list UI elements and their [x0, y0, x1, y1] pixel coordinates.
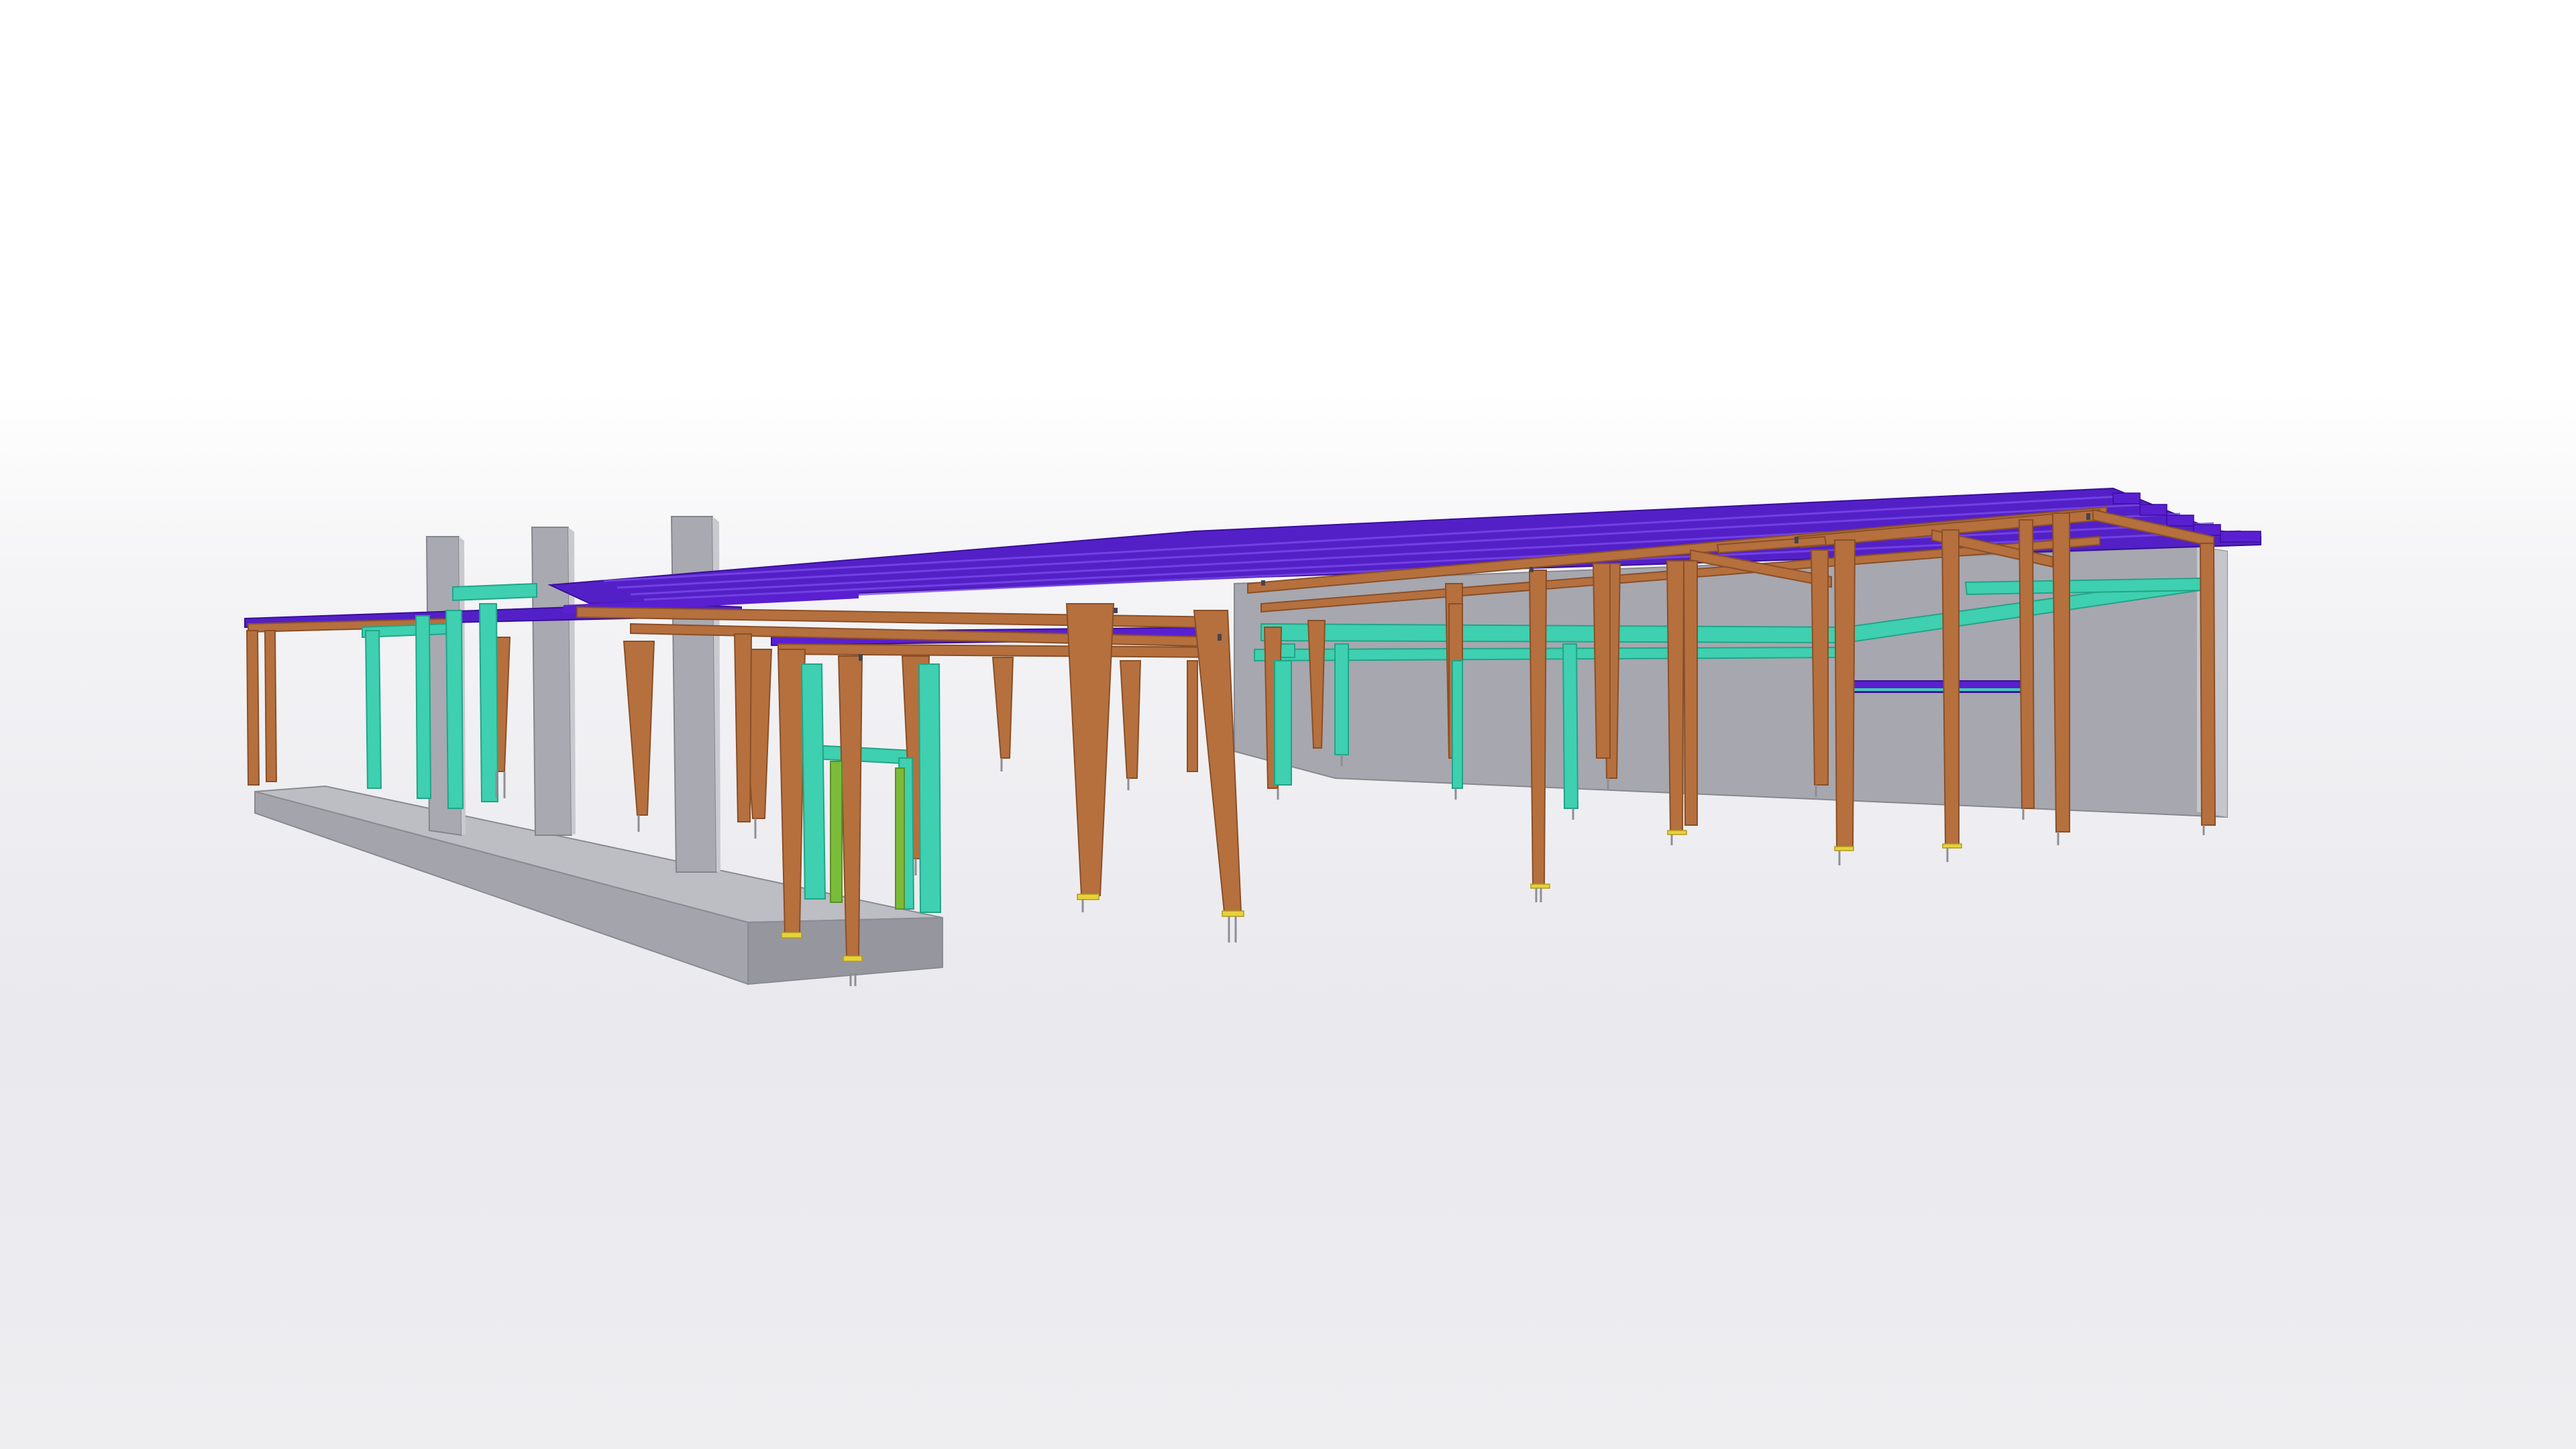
green-braces[interactable] [830, 761, 905, 910]
concrete-pier-2[interactable] [531, 527, 576, 836]
concrete-pier-3[interactable] [670, 516, 720, 873]
structural-model-scene[interactable] [0, 0, 2576, 1449]
base-plates[interactable] [781, 830, 1962, 962]
model-viewport[interactable] [0, 0, 2576, 1449]
